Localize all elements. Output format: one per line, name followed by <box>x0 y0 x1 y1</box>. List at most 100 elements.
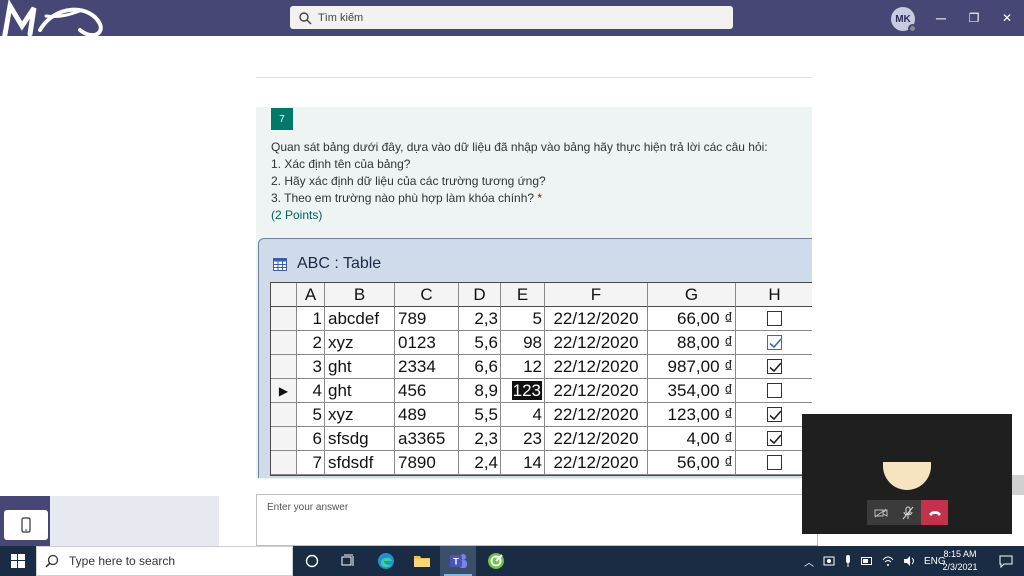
table-row: 3 ght 2334 6,6 12 22/12/2020 987,00 ₫ <box>271 355 812 379</box>
camera-off-icon <box>874 508 887 517</box>
call-popout <box>802 414 1012 534</box>
cortana-button[interactable] <box>294 546 330 576</box>
cell-g: 66,00 ₫ <box>648 307 736 331</box>
meet-now-icon[interactable] <box>823 555 835 567</box>
cell-e: 5 <box>501 307 545 331</box>
cell-f: 22/12/2020 <box>545 379 648 403</box>
minimize-button[interactable]: ─ <box>931 8 951 28</box>
cell-checkbox <box>736 307 812 331</box>
question-text: Quan sát bảng dưới đây, dựa vào dữ liệu … <box>271 139 806 224</box>
taskbar-search-placeholder: Type here to search <box>69 554 176 568</box>
network-icon[interactable] <box>882 556 894 566</box>
cell-d: 2,4 <box>459 451 501 475</box>
scribble-logo-icon <box>1 0 103 43</box>
notification-icon <box>999 555 1013 568</box>
cell-g: 88,00 ₫ <box>648 331 736 355</box>
cell-a: 6 <box>297 427 325 451</box>
cell-e: 23 <box>501 427 545 451</box>
cell-g: 123,00 ₫ <box>648 403 736 427</box>
task-view-button[interactable] <box>330 546 366 576</box>
checked-checkbox-icon <box>767 407 782 422</box>
cell-f: 22/12/2020 <box>545 427 648 451</box>
camera-toggle-button[interactable] <box>867 500 894 525</box>
avatar-initials: MK <box>895 13 911 25</box>
app-button[interactable] <box>478 546 514 576</box>
question-points: (2 Points) <box>271 208 323 222</box>
cell-a: 5 <box>297 403 325 427</box>
unchecked-checkbox-icon <box>767 383 782 398</box>
table-window-title: ABC : Table <box>273 255 381 273</box>
file-explorer-button[interactable] <box>404 546 440 576</box>
show-hidden-icons-icon[interactable]: ︿ <box>804 554 814 569</box>
hang-up-button[interactable] <box>921 500 948 525</box>
row-selector <box>271 403 297 427</box>
taskbar-search[interactable]: Type here to search <box>36 546 293 576</box>
cell-g: 987,00 ₫ <box>648 355 736 379</box>
cell-f: 22/12/2020 <box>545 307 648 331</box>
edge-button[interactable] <box>368 546 404 576</box>
cell-c: 7890 <box>395 451 459 475</box>
system-tray: ︿ ENG <box>804 546 946 576</box>
folder-icon <box>414 556 430 567</box>
cell-b: abcdef <box>325 307 395 331</box>
task-view-icon <box>341 554 354 566</box>
svg-text:T: T <box>453 557 459 567</box>
cell-c: 789 <box>395 307 459 331</box>
question-number-badge: 7 <box>271 108 293 130</box>
cell-f: 22/12/2020 <box>545 451 648 475</box>
question-line-4: 3. Theo em trường nào phù hợp làm khóa c… <box>271 191 535 205</box>
cell-g: 354,00 ₫ <box>648 379 736 403</box>
start-button[interactable] <box>0 546 36 576</box>
search-box[interactable]: Tìm kiếm <box>290 6 733 29</box>
teams-button[interactable]: T <box>440 546 476 576</box>
clock-time: 8:15 AM <box>943 549 977 559</box>
cell-checkbox <box>736 451 812 475</box>
green-app-icon <box>488 553 504 569</box>
row-selector <box>271 355 297 379</box>
cell-d: 2,3 <box>459 307 501 331</box>
cell-e: 12 <box>501 355 545 379</box>
scrollbar[interactable] <box>1012 475 1024 495</box>
clock[interactable]: 8:15 AM 2/3/2021 <box>934 548 986 574</box>
table-title: ABC : Table <box>297 255 382 272</box>
grid-corner <box>271 283 297 307</box>
cell-a: 1 <box>297 307 325 331</box>
question-line-2: 1. Xác định tên của bảng? <box>271 157 411 171</box>
table-row: 7 sfdsdf 7890 2,4 14 22/12/2020 56,00 ₫ <box>271 451 812 475</box>
question-line-3: 2. Hãy xác định dữ liệu của các trường t… <box>271 174 546 188</box>
cell-b: ght <box>325 379 395 403</box>
cell-e: 14 <box>501 451 545 475</box>
presence-status-icon <box>908 24 917 33</box>
mute-toggle-button[interactable] <box>894 500 921 525</box>
search-icon <box>45 554 59 568</box>
maximize-button[interactable]: ❐ <box>964 8 984 28</box>
cell-g: 56,00 ₫ <box>648 451 736 475</box>
edge-icon <box>378 553 394 569</box>
required-mark: * <box>537 191 543 205</box>
volume-icon[interactable] <box>903 556 915 566</box>
battery-icon[interactable] <box>861 557 873 565</box>
cortana-icon <box>305 554 319 568</box>
close-button[interactable]: ✕ <box>997 8 1017 28</box>
cell-c: 456 <box>395 379 459 403</box>
cell-e: 123 <box>501 379 545 403</box>
teams-icon: T <box>450 554 467 568</box>
mobile-view-button[interactable] <box>4 510 48 540</box>
table-row: 5 xyz 489 5,5 4 22/12/2020 123,00 ₫ <box>271 403 812 427</box>
cell-d: 2,3 <box>459 427 501 451</box>
column-header-h: H <box>736 283 812 307</box>
avatar[interactable]: MK <box>891 7 917 33</box>
row-selector <box>271 427 297 451</box>
cell-b: xyz <box>325 331 395 355</box>
answer-textarea[interactable]: Enter your answer <box>256 494 818 546</box>
data-grid: A B C D E F G H 1 abcdef 789 2,3 5 22/12/2020 66,00 ₫ 2… <box>270 282 812 476</box>
unchecked-checkbox-icon <box>767 311 782 326</box>
cell-a: 4 <box>297 379 325 403</box>
notifications-button[interactable] <box>988 546 1024 576</box>
answer-placeholder: Enter your answer <box>267 502 349 513</box>
cell-checkbox <box>736 331 812 355</box>
participant-avatar <box>883 462 931 490</box>
table-row: 1 abcdef 789 2,3 5 22/12/2020 66,00 ₫ <box>271 307 812 331</box>
microphone-icon[interactable] <box>844 555 852 567</box>
cell-c: a3365 <box>395 427 459 451</box>
